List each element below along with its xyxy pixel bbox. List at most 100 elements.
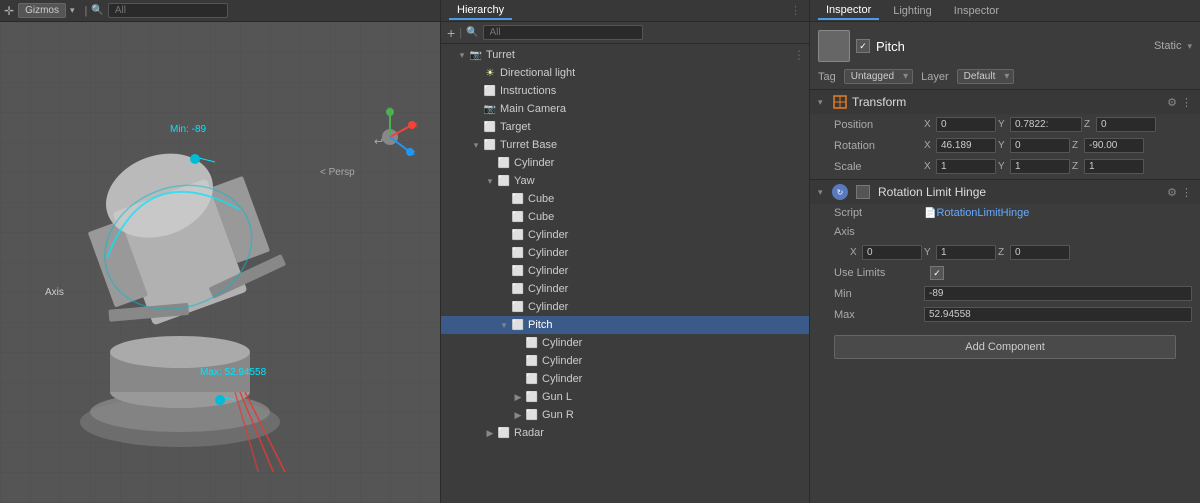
rlh-header[interactable]: ▾ ↻ Rotation Limit Hinge ⚙ ⋮ <box>810 180 1200 204</box>
hierarchy-item-main-camera[interactable]: 📷 Main Camera <box>441 100 809 118</box>
axis-x-input[interactable] <box>862 245 922 260</box>
rotation-label: Rotation <box>834 140 924 152</box>
hierarchy-item-pitch[interactable]: ▾ ⬜ Pitch <box>441 316 809 334</box>
camera-icon: 📷 <box>483 102 497 116</box>
rlh-menu-icon[interactable]: ⋮ <box>1181 186 1192 199</box>
hierarchy-label: Cylinder <box>542 355 582 367</box>
pos-y-group: Y <box>998 117 1082 132</box>
gizmos-button[interactable]: Gizmos <box>18 3 66 18</box>
active-checkbox[interactable]: ✓ <box>856 39 870 53</box>
object-icon: ⬜ <box>525 390 539 404</box>
pos-x-input[interactable] <box>936 117 996 132</box>
hierarchy-item-pitch-cyl-1[interactable]: ⬜ Cylinder <box>441 334 809 352</box>
pos-z-input[interactable] <box>1096 117 1156 132</box>
gizmos-dropdown-icon[interactable]: ▾ <box>70 5 75 16</box>
transform-header[interactable]: ▾ Transform ⚙ ⋮ <box>810 90 1200 114</box>
hierarchy-label: Turret <box>486 49 515 61</box>
hierarchy-item-cylinder-4[interactable]: ⬜ Cylinder <box>441 262 809 280</box>
rot-y-group: Y <box>998 138 1070 153</box>
rot-y-input[interactable] <box>1010 138 1070 153</box>
pos-x-group: X <box>924 117 996 132</box>
pos-y-input[interactable] <box>1010 117 1082 132</box>
inspector-tab-1[interactable]: Inspector <box>818 2 879 20</box>
hierarchy-item-turret-base[interactable]: ▾ ⬜ Turret Base <box>441 136 809 154</box>
object-icon: ⬜ <box>483 138 497 152</box>
transform-title: Transform <box>852 95 1163 109</box>
kebab-menu[interactable]: ⋮ <box>793 48 805 62</box>
scene-tool-icon: ✛ <box>4 4 14 18</box>
transform-actions: ⚙ ⋮ <box>1167 96 1192 109</box>
tag-dropdown[interactable]: Untagged <box>844 69 913 84</box>
scale-fields: X Y Z <box>924 159 1192 174</box>
max-prop-label: Max <box>834 309 924 321</box>
hierarchy-panel: Hierarchy ⋮ + | 🔍 ▾ 📷 Turret ⋮ ☀ Directi… <box>440 0 810 503</box>
hierarchy-search-input[interactable] <box>483 25 643 40</box>
rot-z-group: Z <box>1072 138 1144 153</box>
layer-dropdown[interactable]: Default <box>957 69 1015 84</box>
hierarchy-label: Cylinder <box>528 265 568 277</box>
scale-y-input[interactable] <box>1010 159 1070 174</box>
hierarchy-tab[interactable]: Hierarchy <box>449 2 512 20</box>
expand-arrow: ▾ <box>483 176 497 187</box>
object-icon: ⬜ <box>525 336 539 350</box>
hierarchy-item-turret[interactable]: ▾ 📷 Turret ⋮ <box>441 46 809 64</box>
scene-canvas[interactable]: Min: -89 Max: 52.94558 Axis < Persp y x … <box>0 22 440 503</box>
rotation-limit-hinge-component: ▾ ↻ Rotation Limit Hinge ⚙ ⋮ Script 📄 Ro… <box>810 179 1200 325</box>
hierarchy-item-target[interactable]: ⬜ Target <box>441 118 809 136</box>
rlh-active-checkbox[interactable] <box>856 185 870 199</box>
rlh-actions: ⚙ ⋮ <box>1167 186 1192 199</box>
inspector-content: ✓ Pitch Static ▾ Tag Untagged Layer Defa… <box>810 22 1200 503</box>
add-hierarchy-icon[interactable]: + <box>447 25 455 41</box>
hierarchy-label: Cylinder <box>542 337 582 349</box>
axis-z-input[interactable] <box>1010 245 1070 260</box>
add-component-button[interactable]: Add Component <box>834 335 1176 359</box>
svg-text:y: y <box>388 107 392 113</box>
lighting-tab[interactable]: Lighting <box>885 3 940 19</box>
axis-y-input[interactable] <box>936 245 996 260</box>
hierarchy-item-cube-1[interactable]: ⬜ Cube <box>441 190 809 208</box>
scale-z-input[interactable] <box>1084 159 1144 174</box>
hierarchy-label: Cube <box>528 211 554 223</box>
hierarchy-item-dir-light[interactable]: ☀ Directional light <box>441 64 809 82</box>
y-axis-label: Y <box>998 119 1008 130</box>
axis-xyz-row: X Y Z <box>810 242 1200 263</box>
hierarchy-item-pitch-cyl-2[interactable]: ⬜ Cylinder <box>441 352 809 370</box>
rot-z-input[interactable] <box>1084 138 1144 153</box>
hierarchy-item-cylinder-2[interactable]: ⬜ Cylinder <box>441 226 809 244</box>
object-icon: ⬜ <box>497 426 511 440</box>
transform-menu-icon[interactable]: ⋮ <box>1181 96 1192 109</box>
hierarchy-item-cylinder-5[interactable]: ⬜ Cylinder <box>441 280 809 298</box>
hierarchy-item-cube-2[interactable]: ⬜ Cube <box>441 208 809 226</box>
static-arrow-icon[interactable]: ▾ <box>1187 41 1192 52</box>
scale-x-input[interactable] <box>936 159 996 174</box>
object-icon: ⬜ <box>497 156 511 170</box>
hierarchy-item-cylinder-3[interactable]: ⬜ Cylinder <box>441 244 809 262</box>
inspector-tab-2[interactable]: Inspector <box>946 3 1007 19</box>
hierarchy-item-yaw[interactable]: ▾ ⬜ Yaw <box>441 172 809 190</box>
scene-search-input[interactable] <box>108 3 228 18</box>
hierarchy-item-cylinder-6[interactable]: ⬜ Cylinder <box>441 298 809 316</box>
script-row: Script 📄 RotationLimitHinge <box>810 204 1200 222</box>
x-axis-label: X <box>924 119 934 130</box>
object-icon: ⬜ <box>497 174 511 188</box>
use-limits-checkbox[interactable]: ✓ <box>930 266 944 280</box>
hierarchy-item-pitch-cyl-3[interactable]: ⬜ Cylinder <box>441 370 809 388</box>
rlh-settings-icon[interactable]: ⚙ <box>1167 186 1177 199</box>
collapse-arrow: ▶ <box>511 392 525 403</box>
transform-settings-icon[interactable]: ⚙ <box>1167 96 1177 109</box>
max-value-input[interactable] <box>924 307 1192 322</box>
min-value-input[interactable] <box>924 286 1192 301</box>
hierarchy-item-instructions[interactable]: ⬜ Instructions <box>441 82 809 100</box>
z-axis-label: Z <box>1072 161 1082 172</box>
rot-x-input[interactable] <box>936 138 996 153</box>
hierarchy-item-gun-l[interactable]: ▶ ⬜ Gun L <box>441 388 809 406</box>
hierarchy-item-radar[interactable]: ▶ ⬜ Radar <box>441 424 809 442</box>
script-value: RotationLimitHinge <box>936 207 1029 219</box>
object-icon: ⬜ <box>483 120 497 134</box>
search-icon: 🔍 <box>91 5 103 16</box>
light-icon: ☀ <box>483 66 497 80</box>
hierarchy-item-cylinder-1[interactable]: ⬜ Cylinder <box>441 154 809 172</box>
inspector-header: Inspector Lighting Inspector <box>810 0 1200 22</box>
object-header: ✓ Pitch Static ▾ <box>810 26 1200 66</box>
hierarchy-item-gun-r[interactable]: ▶ ⬜ Gun R <box>441 406 809 424</box>
